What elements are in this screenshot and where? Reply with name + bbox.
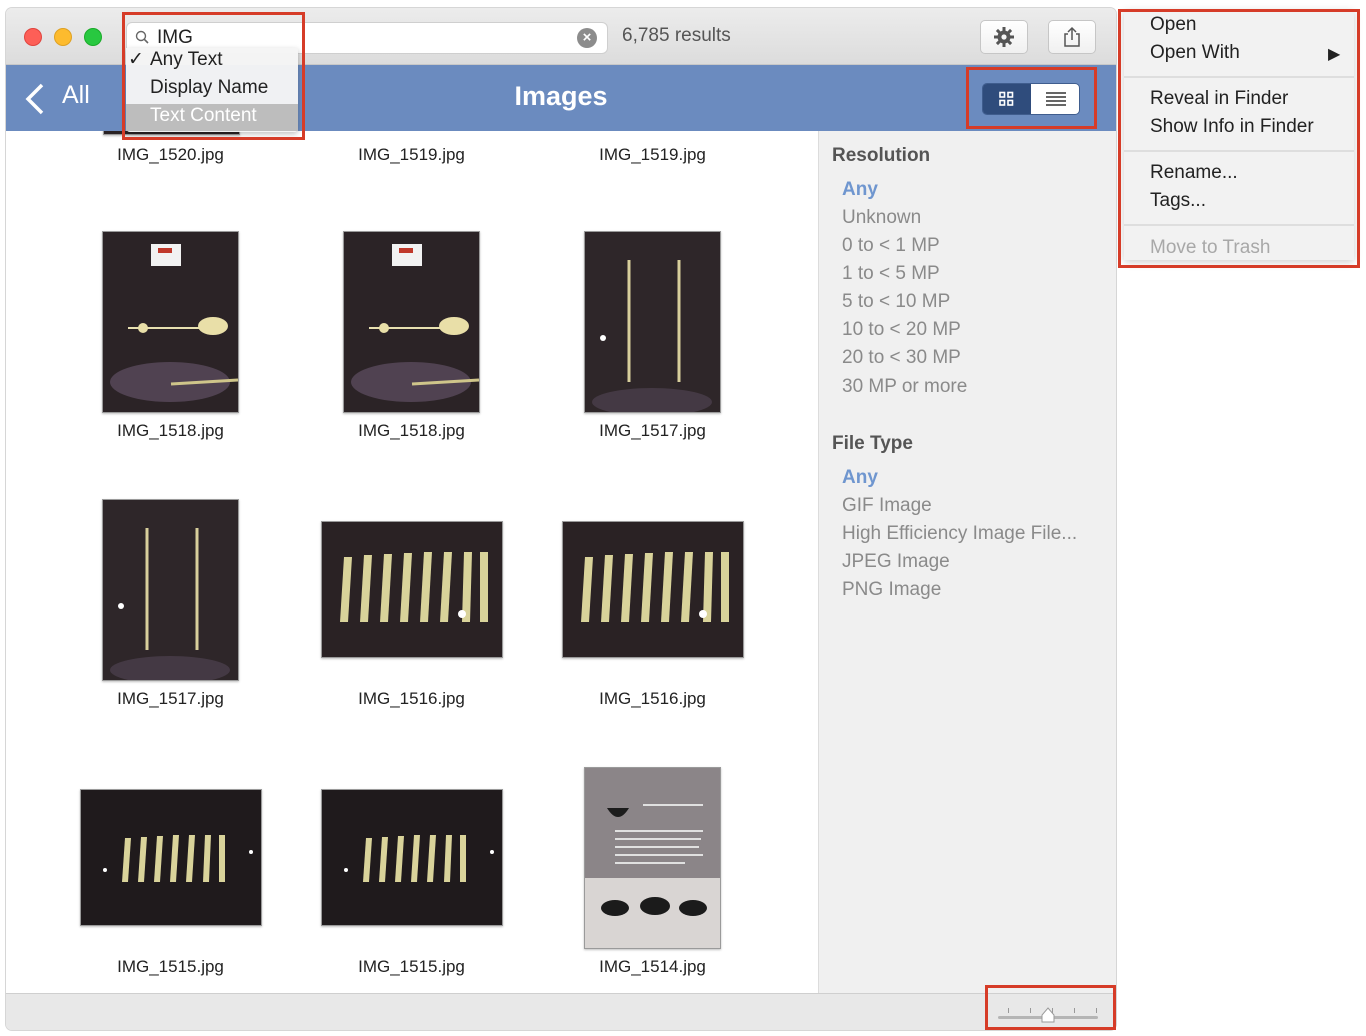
thumbnail-image (102, 499, 239, 681)
menu-item-rename[interactable]: Rename... (1150, 162, 1238, 184)
thumbnail-filename: IMG_1519.jpg (358, 145, 465, 164)
menu-item-reveal-in-finder[interactable]: Reveal in Finder (1150, 88, 1288, 110)
app-window: IMG × 6,785 results All Images IMG_1520.… (6, 8, 1116, 1030)
file-type-heading: File Type (832, 433, 913, 454)
share-button[interactable] (1048, 20, 1096, 54)
thumbnail-item[interactable]: IMG_1518.jpg (291, 231, 532, 446)
menu-separator (1124, 150, 1354, 152)
status-bar (6, 993, 1116, 1030)
thumbnail-item[interactable]: IMG_1519.jpg (532, 131, 773, 181)
menu-item-move-to-trash: Move to Trash (1150, 237, 1271, 258)
thumbnail-item[interactable]: IMG_1519.jpg (291, 131, 532, 181)
gear-icon (994, 27, 1014, 47)
resolution-heading: Resolution (832, 145, 931, 166)
settings-button[interactable] (980, 20, 1028, 54)
thumbnail-size-slider[interactable] (996, 1004, 1100, 1024)
filter-sidebar: Resolution Any Unknown 0 to < 1 MP 1 to … (818, 131, 1116, 993)
thumbnail-filename: IMG_1516.jpg (358, 689, 465, 708)
search-input[interactable]: IMG (157, 27, 193, 49)
file-type-filter-heif[interactable]: High Efficiency Image File... (842, 523, 1077, 545)
file-type-filter-any[interactable]: Any (842, 467, 878, 489)
zoom-window-button[interactable] (84, 28, 102, 46)
thumbnail-item[interactable]: IMG_1514.jpg (532, 767, 773, 982)
resolution-filter-0-1mp[interactable]: 0 to < 1 MP (842, 235, 940, 257)
back-label: All (62, 81, 90, 109)
thumbnail-image (321, 789, 503, 926)
resolution-filter-any[interactable]: Any (842, 179, 878, 201)
checkmark-icon: ✓ (128, 49, 144, 70)
thumbnail-filename: IMG_1518.jpg (117, 421, 224, 440)
resolution-filter-30mp-plus[interactable]: 30 MP or more (842, 376, 967, 398)
grid-view-button[interactable] (983, 84, 1031, 114)
clear-search-icon[interactable]: × (577, 28, 597, 48)
thumbnail-image (584, 767, 721, 949)
thumbnail-item[interactable]: IMG_1517.jpg (50, 499, 291, 714)
thumbnail-filename: IMG_1517.jpg (599, 421, 706, 440)
slider-tick (1030, 1008, 1031, 1013)
menu-item-open-with[interactable]: Open With (1150, 42, 1240, 64)
thumbnail-image (321, 521, 503, 658)
file-type-filter-jpeg[interactable]: JPEG Image (842, 551, 950, 573)
list-view-button[interactable] (1031, 84, 1079, 114)
slider-tick (1096, 1008, 1097, 1013)
resolution-filter-10-20mp[interactable]: 10 to < 20 MP (842, 319, 961, 341)
scope-option-label: Any Text (150, 49, 223, 70)
thumbnail-filename: IMG_1520.jpg (117, 145, 224, 164)
thumbnail-image (80, 789, 262, 926)
thumbnail-item[interactable]: IMG_1515.jpg (50, 767, 291, 982)
scope-option-any-text[interactable]: ✓ Any Text (126, 48, 298, 75)
resolution-filter-20-30mp[interactable]: 20 to < 30 MP (842, 347, 961, 369)
slider-tick (1074, 1008, 1075, 1013)
resolution-filter-5-10mp[interactable]: 5 to < 10 MP (842, 291, 950, 313)
thumbnail-filename: IMG_1516.jpg (599, 689, 706, 708)
menu-separator (1124, 76, 1354, 78)
thumbnail-item[interactable]: IMG_1516.jpg (291, 499, 532, 714)
thumbnail-filename: IMG_1517.jpg (117, 689, 224, 708)
chevron-left-icon (25, 83, 44, 115)
thumbnail-filename: IMG_1518.jpg (358, 421, 465, 440)
resolution-filter-1-5mp[interactable]: 1 to < 5 MP (842, 263, 940, 285)
search-icon (135, 30, 149, 44)
search-scope-menu: ✓ Any Text Display Name Text Content (126, 48, 298, 132)
thumbnail-image (102, 231, 239, 413)
thumbnail-item[interactable]: IMG_1516.jpg (532, 499, 773, 714)
thumbnail-item[interactable]: IMG_1520.jpg (50, 131, 291, 181)
menu-separator (1124, 224, 1354, 226)
results-count: 6,785 results (622, 25, 731, 46)
page-title: Images (514, 81, 608, 111)
close-window-button[interactable] (24, 28, 42, 46)
share-icon (1064, 26, 1080, 47)
menu-item-show-info[interactable]: Show Info in Finder (1150, 116, 1314, 138)
file-type-filter-gif[interactable]: GIF Image (842, 495, 932, 517)
thumbnail-item[interactable]: IMG_1518.jpg (50, 231, 291, 446)
slider-knob[interactable] (1041, 1007, 1055, 1023)
thumbnail-image (584, 231, 721, 413)
thumbnail-image (343, 231, 480, 413)
grid-icon (999, 91, 1014, 106)
thumbnail-filename: IMG_1514.jpg (599, 957, 706, 976)
thumbnail-filename: IMG_1515.jpg (117, 957, 224, 976)
thumbnail-item[interactable]: IMG_1515.jpg (291, 767, 532, 982)
thumbnail-filename: IMG_1515.jpg (358, 957, 465, 976)
submenu-arrow-icon: ▶ (1328, 46, 1341, 63)
scope-option-text-content[interactable]: Text Content (126, 104, 298, 131)
scope-option-display-name[interactable]: Display Name (126, 76, 298, 103)
resolution-filter-unknown[interactable]: Unknown (842, 207, 921, 229)
view-mode-toggle (982, 83, 1080, 115)
menu-item-open[interactable]: Open (1150, 14, 1196, 36)
scope-option-label: Display Name (150, 77, 269, 98)
context-menu: Open Open With Reveal in Finder Show Inf… (1124, 10, 1354, 260)
file-type-filter-png[interactable]: PNG Image (842, 579, 941, 601)
minimize-window-button[interactable] (54, 28, 72, 46)
thumbnail-image (562, 521, 744, 658)
thumbnail-filename: IMG_1519.jpg (599, 145, 706, 164)
menu-item-tags[interactable]: Tags... (1150, 190, 1206, 212)
scope-option-label: Text Content (150, 105, 257, 126)
thumbnail-grid: IMG_1520.jpg IMG_1519.jpg IMG_1519.jpg I… (6, 131, 818, 993)
thumbnail-item[interactable]: IMG_1517.jpg (532, 231, 773, 446)
slider-tick (1008, 1008, 1009, 1013)
list-icon (1046, 92, 1066, 106)
